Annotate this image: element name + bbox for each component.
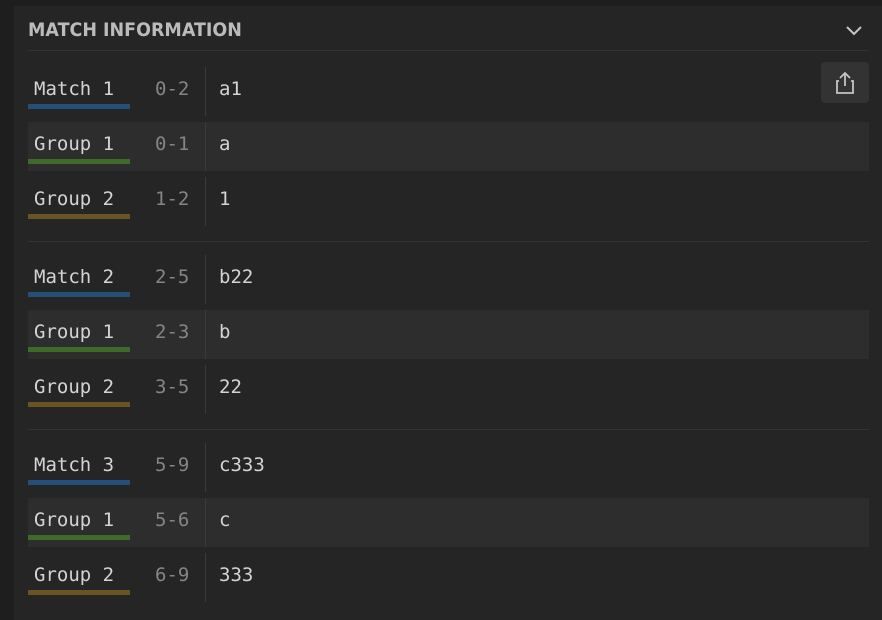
match-block-3: Match 3 5-9 c333 Group 1 5-6 c Group 2 6… xyxy=(28,443,869,608)
group-range: 1-2 xyxy=(155,188,190,210)
column-divider xyxy=(205,122,206,171)
match-color-bar xyxy=(28,292,130,297)
column-divider xyxy=(205,443,206,492)
group-value: 333 xyxy=(219,564,254,586)
group-row[interactable]: Group 2 6-9 333 xyxy=(28,553,869,602)
group-value: 22 xyxy=(219,376,242,398)
match-range: 2-5 xyxy=(155,266,190,288)
column-divider xyxy=(205,310,206,359)
match-row[interactable]: Match 3 5-9 c333 xyxy=(28,443,869,492)
match-value: a1 xyxy=(219,78,242,100)
group-value: b xyxy=(219,321,231,343)
group-row[interactable]: Group 1 5-6 c xyxy=(28,498,869,547)
match-block-2: Match 2 2-5 b22 Group 1 2-3 b Group 2 3-… xyxy=(28,255,869,420)
match-color-bar xyxy=(28,480,130,485)
match-label: Match 2 xyxy=(28,255,130,304)
group-row[interactable]: Group 1 0-1 a xyxy=(28,122,869,171)
panel-title: MATCH INFORMATION xyxy=(28,19,242,41)
match-label-text: Match 2 xyxy=(34,266,115,288)
group-color-bar xyxy=(28,347,130,352)
group-range: 3-5 xyxy=(155,376,190,398)
column-divider xyxy=(205,365,206,414)
group-label: Group 1 xyxy=(28,498,130,547)
group-color-bar xyxy=(28,535,130,540)
match-row[interactable]: Match 2 2-5 b22 xyxy=(28,255,869,304)
group-label: Group 2 xyxy=(28,177,130,226)
match-label: Match 3 xyxy=(28,443,130,492)
column-divider xyxy=(205,553,206,602)
match-separator xyxy=(28,429,869,430)
group-color-bar xyxy=(28,159,130,164)
group-color-bar xyxy=(28,214,130,219)
group-label-text: Group 2 xyxy=(34,376,115,398)
group-label-text: Group 1 xyxy=(34,133,115,155)
match-separator xyxy=(28,241,869,242)
group-row[interactable]: Group 2 1-2 1 xyxy=(28,177,869,226)
group-label-text: Group 1 xyxy=(34,509,115,531)
column-divider xyxy=(205,67,206,116)
match-label-text: Match 1 xyxy=(34,78,115,100)
group-row[interactable]: Group 1 2-3 b xyxy=(28,310,869,359)
match-block-1: Match 1 0-2 a1 Group 1 0-1 a Group 2 1-2… xyxy=(28,67,869,232)
group-range: 5-6 xyxy=(155,509,190,531)
match-value: b22 xyxy=(219,266,254,288)
match-color-bar xyxy=(28,104,130,109)
group-label: Group 2 xyxy=(28,553,130,602)
group-row[interactable]: Group 2 3-5 22 xyxy=(28,365,869,414)
group-label-text: Group 2 xyxy=(34,564,115,586)
column-divider xyxy=(205,177,206,226)
match-range: 0-2 xyxy=(155,78,190,100)
group-value: a xyxy=(219,133,231,155)
group-range: 0-1 xyxy=(155,133,190,155)
group-color-bar xyxy=(28,590,130,595)
group-label: Group 1 xyxy=(28,122,130,171)
group-label-text: Group 2 xyxy=(34,188,115,210)
group-label-text: Group 1 xyxy=(34,321,115,343)
match-range: 5-9 xyxy=(155,454,190,476)
group-label: Group 2 xyxy=(28,365,130,414)
group-value: 1 xyxy=(219,188,231,210)
group-range: 6-9 xyxy=(155,564,190,586)
column-divider xyxy=(205,498,206,547)
group-value: c xyxy=(219,509,231,531)
panel-header[interactable]: MATCH INFORMATION xyxy=(28,6,868,51)
column-divider xyxy=(205,255,206,304)
match-label-text: Match 3 xyxy=(34,454,115,476)
match-label: Match 1 xyxy=(28,67,130,116)
group-color-bar xyxy=(28,402,130,407)
chevron-down-icon[interactable] xyxy=(844,20,864,40)
group-label: Group 1 xyxy=(28,310,130,359)
match-row[interactable]: Match 1 0-2 a1 xyxy=(28,67,869,116)
match-value: c333 xyxy=(219,454,265,476)
group-range: 2-3 xyxy=(155,321,190,343)
match-information-panel: MATCH INFORMATION Match 1 0-2 a1 Group 1… xyxy=(14,6,882,620)
